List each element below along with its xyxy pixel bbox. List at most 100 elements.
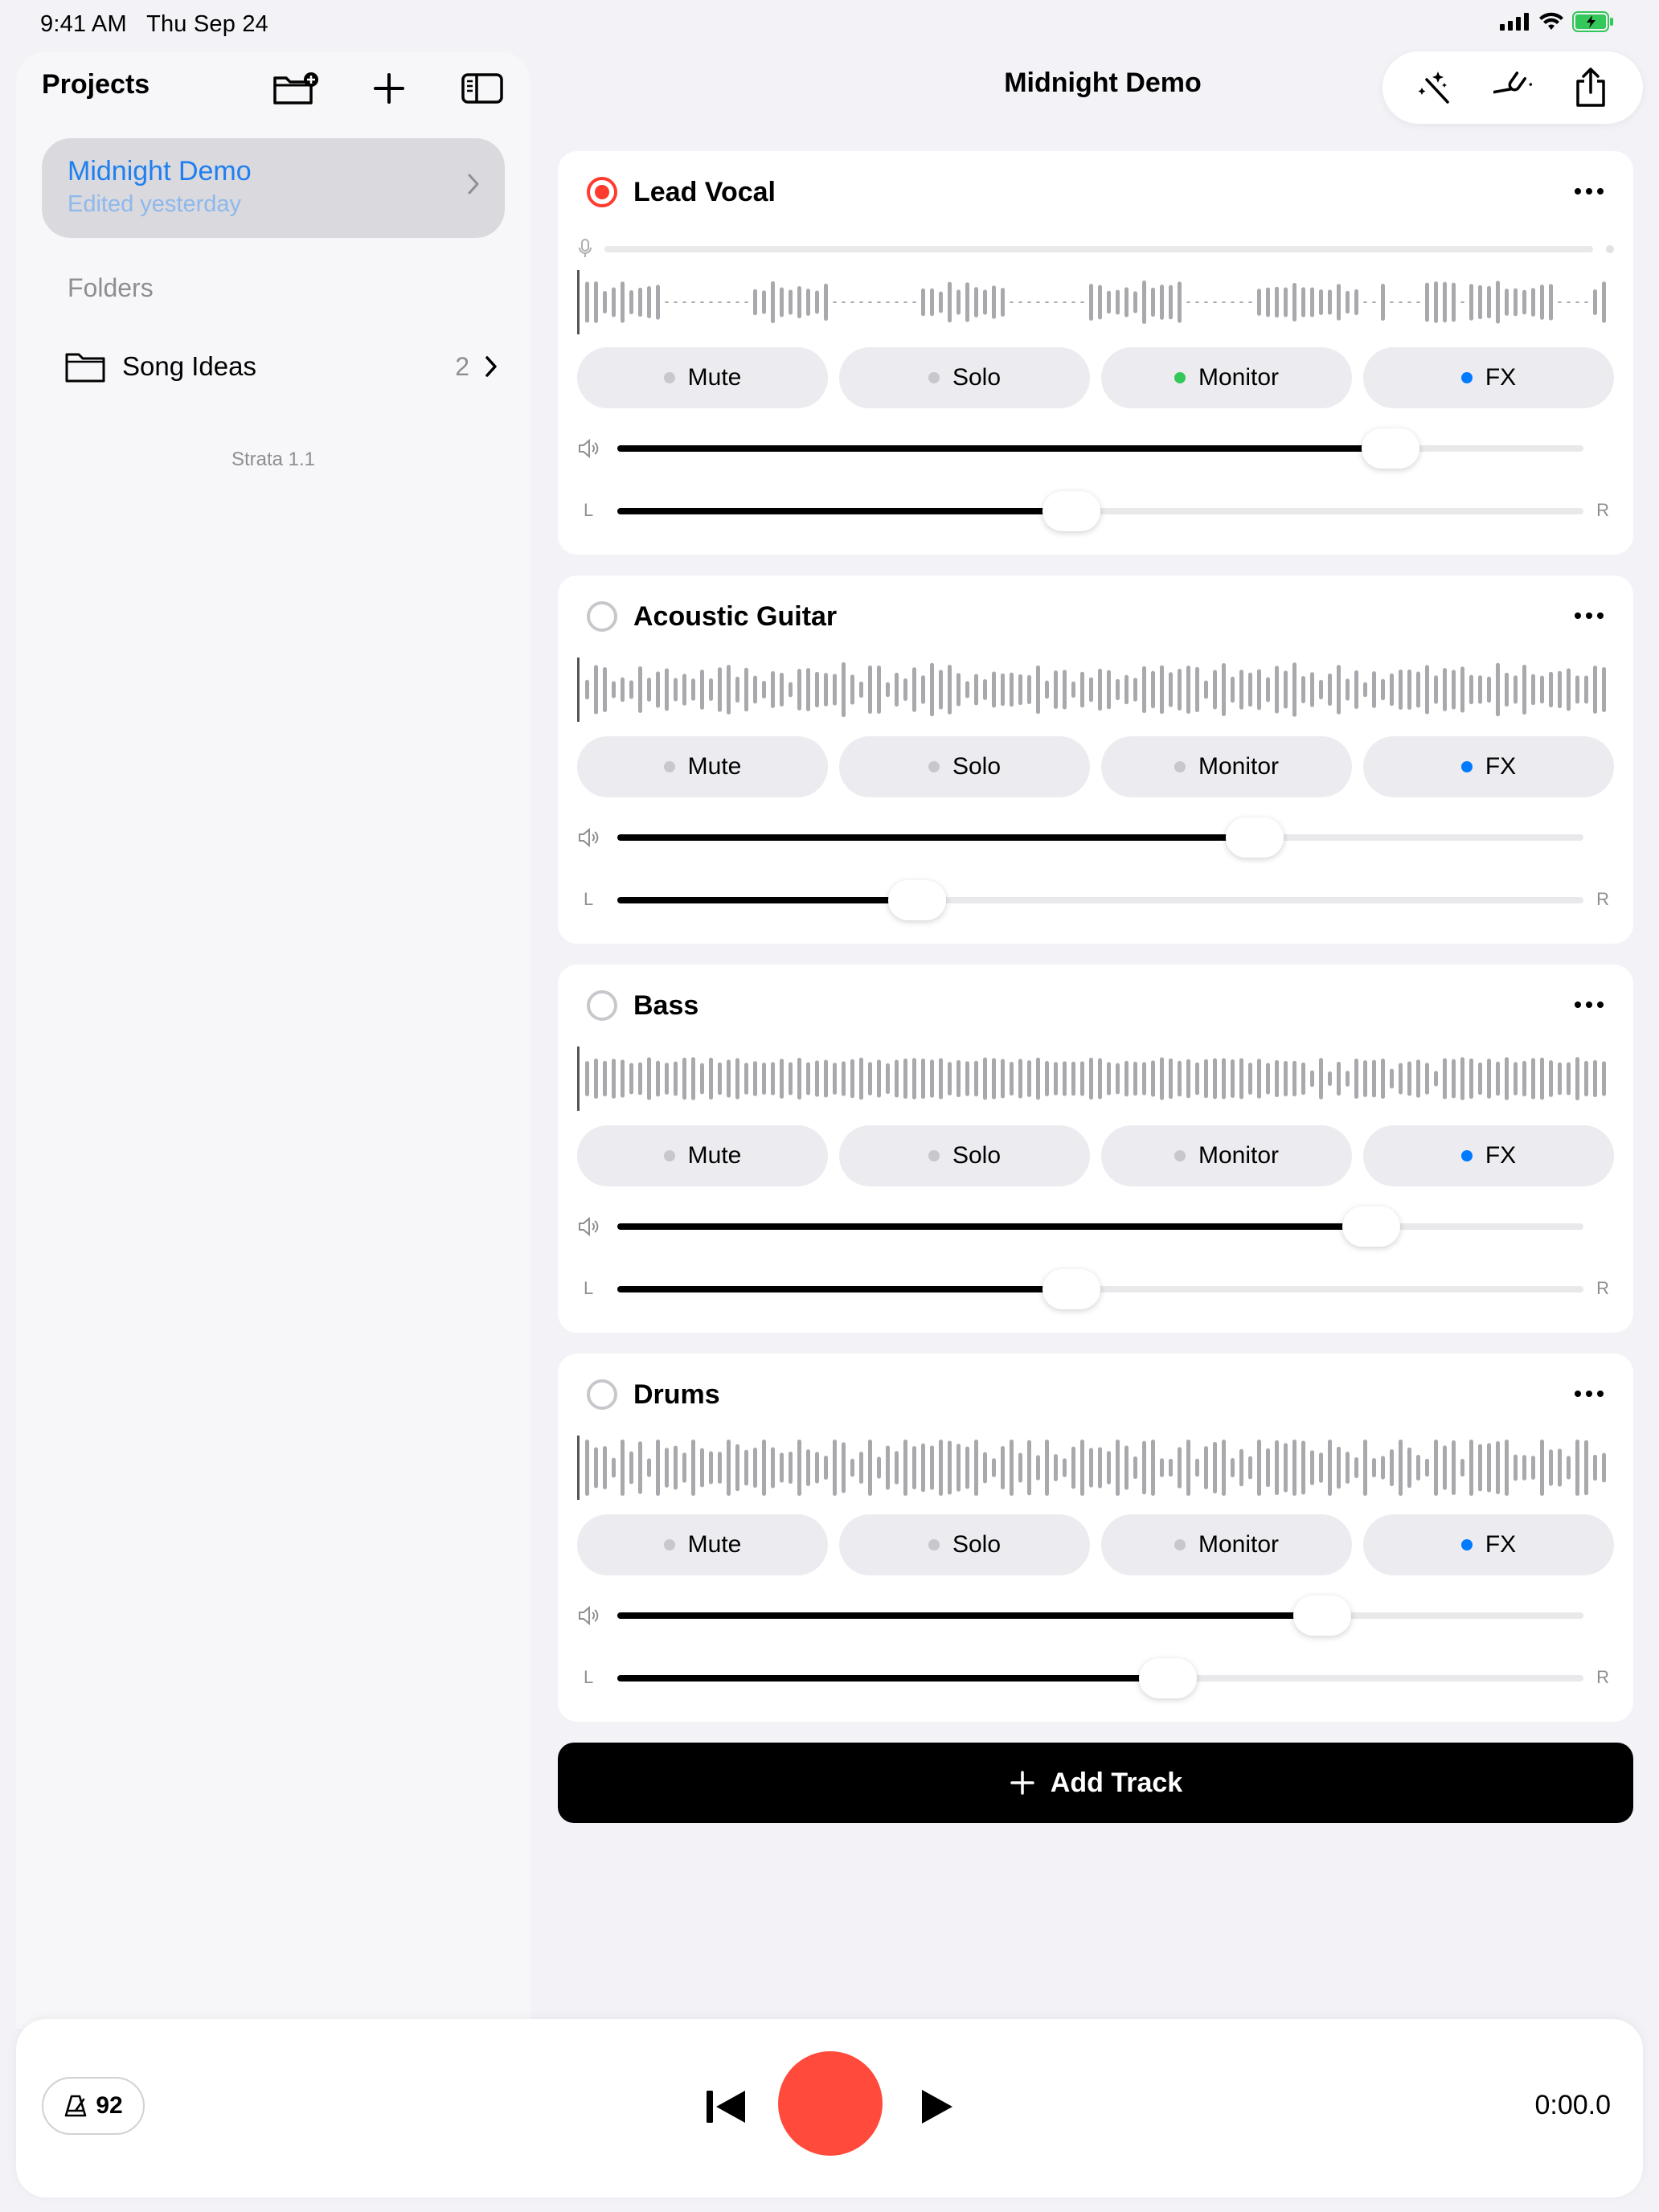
pan-thumb[interactable] — [1042, 491, 1100, 531]
pan-thumb[interactable] — [1139, 1658, 1198, 1698]
track-controls: Mute Solo Monitor FX — [577, 347, 1614, 408]
transport-bar: 92 0:00.0 — [16, 2019, 1643, 2198]
solo-button[interactable]: Solo — [839, 347, 1090, 408]
share-icon — [1576, 68, 1606, 107]
magic-button[interactable] — [1409, 62, 1460, 113]
pan-slider: L R — [577, 1657, 1614, 1698]
more-button[interactable] — [1569, 1378, 1609, 1410]
pan-slider: L R — [577, 490, 1614, 531]
record-arm-toggle[interactable] — [587, 601, 617, 632]
speaker-icon — [579, 1216, 599, 1237]
fx-button[interactable]: FX — [1363, 1514, 1614, 1575]
mute-button[interactable]: Mute — [577, 736, 828, 797]
pan-left-label: L — [584, 889, 594, 909]
track-card-lead-vocal: Lead Vocal Mute Solo Monitor FX L R — [558, 151, 1633, 555]
speaker-icon — [579, 827, 599, 848]
time-display: 0:00.0 — [1534, 2090, 1611, 2120]
pan-track[interactable] — [617, 1658, 1583, 1698]
volume-track[interactable] — [617, 428, 1583, 469]
add-project-button[interactable] — [365, 64, 413, 113]
folder-item-song-ideas[interactable]: Song Ideas 2 — [64, 344, 498, 389]
toggle-sidebar-button[interactable] — [458, 64, 506, 113]
record-button[interactable] — [778, 2051, 883, 2156]
mute-button[interactable]: Mute — [577, 347, 828, 408]
monitor-button[interactable]: Monitor — [1101, 1125, 1352, 1186]
metronome-icon — [65, 2095, 87, 2117]
volume-thumb[interactable] — [1342, 1206, 1400, 1247]
play-icon — [922, 2090, 952, 2124]
pan-slider: L R — [577, 879, 1614, 920]
chevron-right-icon — [468, 174, 479, 195]
project-name: Midnight Demo — [68, 156, 252, 186]
tempo-value: 92 — [96, 2092, 123, 2119]
solo-button[interactable]: Solo — [839, 1125, 1090, 1186]
speaker-icon — [579, 1605, 599, 1626]
pan-thumb[interactable] — [1042, 1269, 1100, 1309]
play-button[interactable] — [910, 2080, 963, 2133]
record-arm-toggle[interactable] — [587, 1379, 617, 1410]
folder-name: Song Ideas — [122, 351, 256, 381]
pan-right-label: R — [1596, 500, 1609, 520]
waveform — [577, 1047, 1606, 1111]
rewind-icon — [707, 2091, 745, 2123]
record-arm-toggle[interactable] — [587, 177, 617, 207]
project-subtitle: Edited yesterday — [68, 191, 242, 217]
pan-left-label: L — [584, 1667, 594, 1687]
mute-button[interactable]: Mute — [577, 1514, 828, 1575]
pan-right-label: R — [1596, 889, 1609, 909]
more-button[interactable] — [1569, 175, 1609, 207]
volume-slider — [577, 1595, 1614, 1636]
magic-wand-icon — [1418, 72, 1449, 104]
more-button[interactable] — [1569, 989, 1609, 1021]
mute-button[interactable]: Mute — [577, 1125, 828, 1186]
volume-slider — [577, 817, 1614, 858]
track-name: Acoustic Guitar — [633, 601, 838, 632]
pan-track[interactable] — [617, 491, 1583, 531]
track-name: Bass — [633, 990, 699, 1021]
tempo-button[interactable]: 92 — [42, 2077, 145, 2135]
tuner-button[interactable] — [1487, 62, 1538, 113]
folder-icon — [65, 353, 105, 383]
volume-thumb[interactable] — [1361, 428, 1419, 469]
sidebar: Projects Midnight Demo Edited yesterday … — [16, 51, 530, 2029]
sidebar-toolbar — [272, 64, 506, 113]
pan-track[interactable] — [617, 1269, 1583, 1309]
chevron-right-icon — [485, 356, 497, 377]
new-folder-button[interactable] — [272, 64, 320, 113]
signal-icon — [1500, 13, 1529, 31]
volume-thumb[interactable] — [1293, 1596, 1352, 1636]
pan-left-label: L — [584, 500, 594, 520]
more-button[interactable] — [1569, 600, 1609, 632]
folders-heading: Folders — [68, 273, 154, 302]
track-controls: Mute Solo Monitor FX — [577, 1125, 1614, 1186]
solo-button[interactable]: Solo — [839, 1514, 1090, 1575]
add-track-button[interactable]: Add Track — [558, 1743, 1633, 1823]
monitor-button[interactable]: Monitor — [1101, 736, 1352, 797]
fx-button[interactable]: FX — [1363, 1125, 1614, 1186]
pan-left-label: L — [584, 1278, 594, 1298]
volume-track[interactable] — [617, 1206, 1583, 1247]
waveform — [577, 1436, 1606, 1500]
pan-slider: L R — [577, 1268, 1614, 1309]
track-card-acoustic-guitar: Acoustic Guitar Mute Solo Monitor FX L R — [558, 576, 1633, 944]
track-card-bass: Bass Mute Solo Monitor FX L R — [558, 965, 1633, 1333]
share-button[interactable] — [1565, 62, 1616, 113]
project-item-midnight-demo[interactable]: Midnight Demo Edited yesterday — [42, 138, 505, 238]
volume-thumb[interactable] — [1226, 817, 1284, 858]
new-folder-icon — [273, 72, 318, 104]
rewind-button[interactable] — [699, 2080, 752, 2133]
folder-count: 2 — [455, 351, 469, 381]
input-level-meter — [604, 246, 1593, 252]
pan-right-label: R — [1596, 1278, 1609, 1298]
plus-icon — [374, 73, 404, 104]
pan-thumb[interactable] — [887, 880, 946, 920]
record-arm-toggle[interactable] — [587, 990, 617, 1021]
pan-track[interactable] — [617, 880, 1583, 920]
monitor-button[interactable]: Monitor — [1101, 1514, 1352, 1575]
monitor-button[interactable]: Monitor — [1101, 347, 1352, 408]
volume-track[interactable] — [617, 817, 1583, 858]
fx-button[interactable]: FX — [1363, 736, 1614, 797]
solo-button[interactable]: Solo — [839, 736, 1090, 797]
fx-button[interactable]: FX — [1363, 347, 1614, 408]
volume-track[interactable] — [617, 1596, 1583, 1636]
